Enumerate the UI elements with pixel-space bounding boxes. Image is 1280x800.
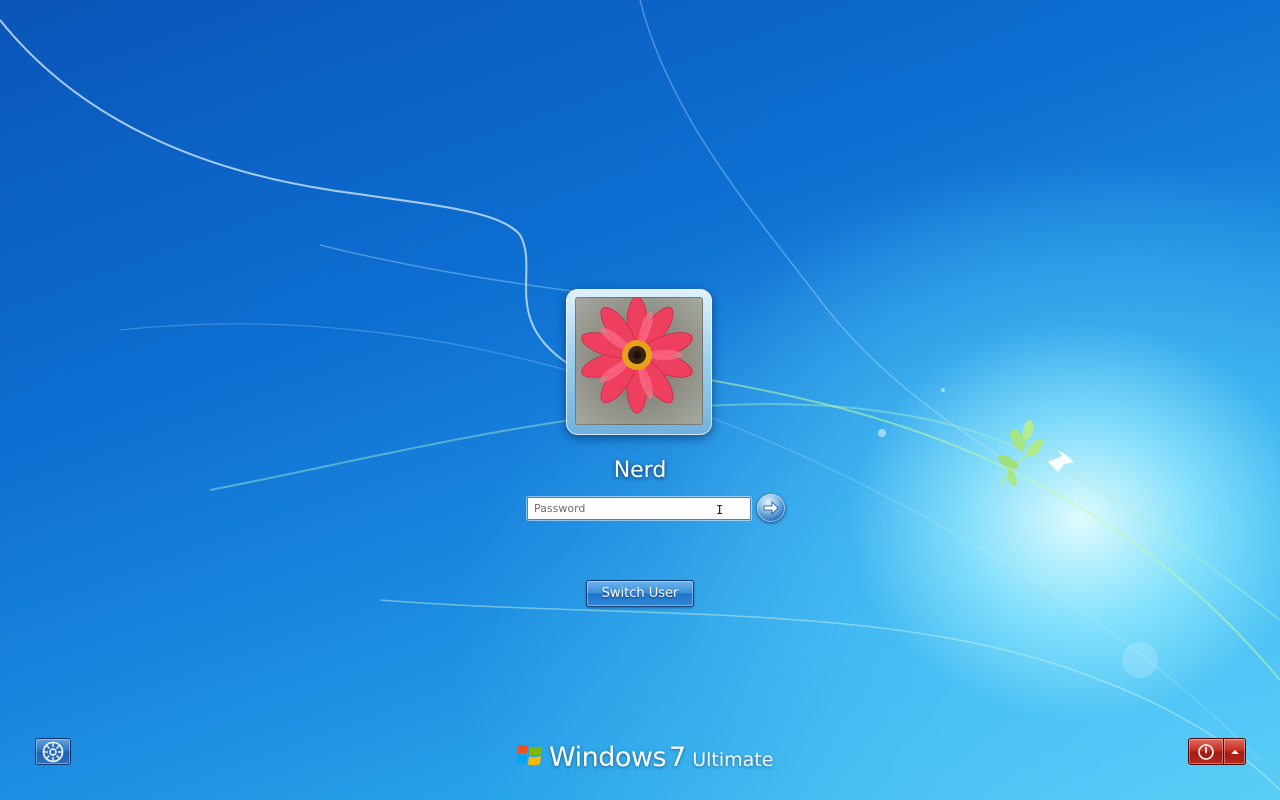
logon-screen: Nerd I Switch User Windows 7 Ultimate: [0, 0, 1280, 800]
text-cursor-icon: I: [716, 503, 724, 517]
arrow-right-icon: [763, 501, 779, 515]
power-controls: [1188, 738, 1246, 765]
flower-avatar-icon: [575, 297, 703, 425]
shutdown-options-button[interactable]: [1224, 738, 1246, 765]
ease-of-access-button[interactable]: [35, 738, 71, 765]
brand-edition: Ultimate: [692, 749, 774, 771]
ease-of-access-icon: [42, 741, 64, 762]
power-icon: [1198, 743, 1214, 760]
brand-name: Windows: [549, 742, 667, 773]
leaf-sprig-icon: [998, 420, 1046, 487]
windows-branding: Windows 7 Ultimate: [515, 735, 773, 775]
bird-icon: [1048, 450, 1074, 472]
user-avatar-frame: [566, 289, 712, 435]
chevron-up-icon: [1230, 749, 1239, 754]
brand-version: 7: [669, 742, 687, 773]
shutdown-button[interactable]: [1188, 738, 1224, 765]
submit-arrow-button[interactable]: [757, 494, 785, 522]
switch-user-button[interactable]: Switch User: [586, 580, 694, 607]
username-label: Nerd: [613, 458, 667, 483]
windows-flag-icon: [516, 744, 542, 766]
